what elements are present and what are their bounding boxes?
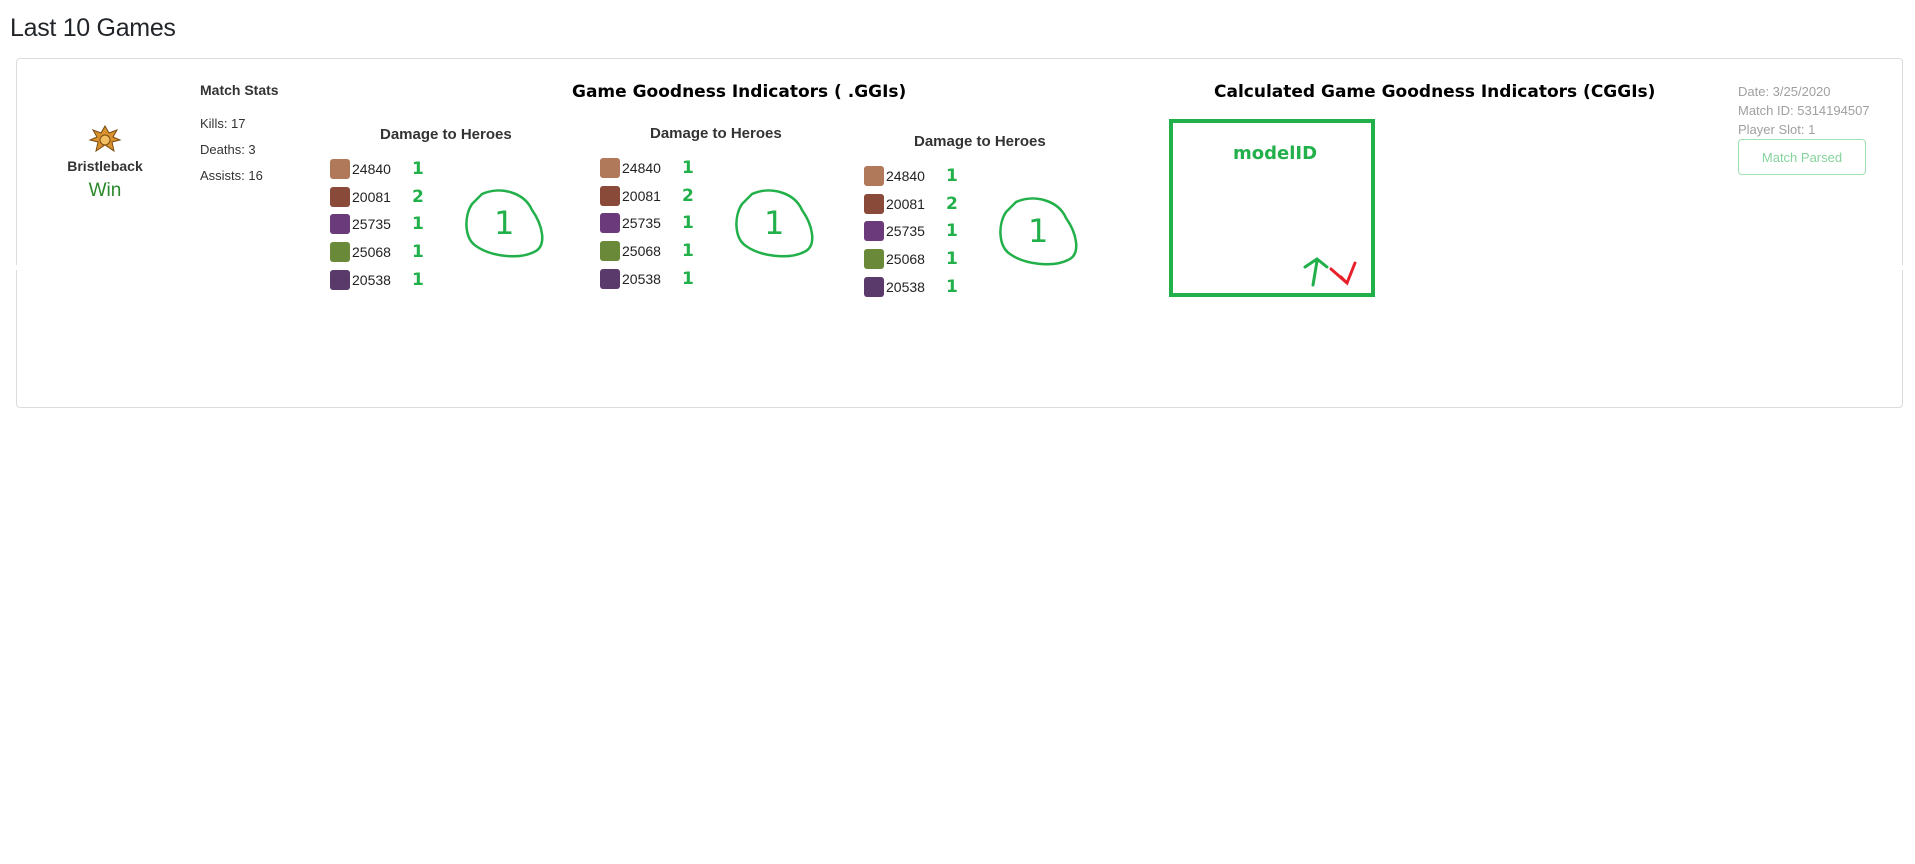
damage-row: 25068 1	[330, 241, 424, 263]
hero-name: Bristleback	[67, 158, 143, 174]
model-box: modelID	[1169, 119, 1375, 297]
damage-value: 25068	[352, 244, 391, 260]
damage-value: 24840	[622, 160, 661, 176]
damage-row: 20538 1	[864, 276, 958, 298]
hero-portrait-icon	[600, 158, 620, 178]
page-title: Last 10 Games	[10, 14, 176, 42]
damage-value: 20081	[886, 196, 925, 212]
damage-mark: 1	[682, 269, 694, 289]
damage-mark: 1	[412, 270, 424, 290]
damage-value: 25735	[886, 223, 925, 239]
damage-row: 20538 1	[330, 269, 424, 291]
damage-row: 25735 1	[330, 213, 424, 235]
ggi-title: Game Goodness Indicators ( .GGIs)	[572, 82, 907, 102]
thumbs-down-icon[interactable]	[1329, 261, 1357, 286]
damage-mark: 1	[682, 158, 694, 178]
damage-mark: 1	[412, 214, 424, 234]
hero-portrait-icon	[600, 241, 620, 261]
match-result: Win	[88, 180, 122, 201]
damage-row: 25735 1	[864, 220, 958, 242]
damage-row: 20081 2	[600, 185, 694, 207]
assists-stat: Assists: 16	[200, 168, 263, 183]
model-id-label: modelID	[1233, 143, 1318, 164]
hero-portrait-icon	[864, 249, 884, 269]
match-date: Date: 3/25/2020	[1738, 84, 1831, 99]
hero-portrait-icon	[330, 187, 350, 207]
bristleback-hero-icon	[88, 124, 122, 153]
circled-mark-icon: 1	[999, 197, 1078, 266]
damage-mark: 1	[946, 249, 958, 269]
hero-portrait-icon	[330, 159, 350, 179]
damage-row: 20081 2	[330, 186, 424, 208]
damage-mark: 2	[412, 187, 424, 207]
hero-portrait-icon	[864, 194, 884, 214]
player-slot: Player Slot: 1	[1738, 122, 1816, 137]
damage-title: Damage to Heroes	[650, 125, 782, 142]
match-parsed-button[interactable]: Match Parsed	[1738, 139, 1866, 175]
damage-row: 24840 1	[600, 157, 694, 179]
damage-value: 20081	[352, 189, 391, 205]
feedback-icons	[1303, 257, 1357, 287]
damage-mark: 1	[682, 213, 694, 233]
damage-mark: 1	[946, 277, 958, 297]
damage-mark: 1	[412, 159, 424, 179]
damage-value: 25735	[352, 216, 391, 232]
damage-value: 25068	[886, 251, 925, 267]
hero-column: Bristleback Win	[60, 124, 150, 202]
hero-portrait-icon	[600, 186, 620, 206]
circled-mark-icon: 1	[735, 189, 814, 258]
damage-row: 24840 1	[864, 165, 958, 187]
damage-row: 25735 1	[600, 212, 694, 234]
damage-mark: 1	[946, 166, 958, 186]
match-stats: Match Stats Kills: 17 Deaths: 3 Assists:…	[200, 82, 279, 194]
thumbs-up-icon[interactable]	[1303, 257, 1329, 287]
circled-mark-icon: 1	[465, 189, 544, 258]
damage-mark: 1	[946, 221, 958, 241]
hero-portrait-icon	[330, 242, 350, 262]
damage-value: 25735	[622, 215, 661, 231]
damage-value: 24840	[352, 161, 391, 177]
hero-portrait-icon	[864, 277, 884, 297]
damage-row: 25068 1	[600, 240, 694, 262]
damage-mark: 1	[412, 242, 424, 262]
damage-title: Damage to Heroes	[914, 133, 1046, 150]
damage-row: 25068 1	[864, 248, 958, 270]
hero-portrait-icon	[330, 214, 350, 234]
damage-value: 20538	[352, 272, 391, 288]
kills-stat: Kills: 17	[200, 116, 246, 131]
deaths-stat: Deaths: 3	[200, 142, 256, 157]
match-meta: Date: 3/25/2020 Match ID: 5314194507 Pla…	[1738, 82, 1870, 139]
damage-row: 24840 1	[330, 158, 424, 180]
damage-value: 20081	[622, 188, 661, 204]
match-id: Match ID: 5314194507	[1738, 103, 1870, 118]
damage-value: 20538	[886, 279, 925, 295]
circled-mark-label: 1	[494, 204, 514, 242]
damage-row: 20081 2	[864, 193, 958, 215]
damage-value: 25068	[622, 243, 661, 259]
hero-portrait-icon	[600, 213, 620, 233]
circled-mark-label: 1	[764, 204, 784, 242]
match-stats-title: Match Stats	[200, 82, 279, 98]
damage-mark: 1	[682, 241, 694, 261]
hero-portrait-icon	[330, 270, 350, 290]
damage-title: Damage to Heroes	[380, 126, 512, 143]
circled-mark-label: 1	[1028, 212, 1048, 250]
damage-mark: 2	[946, 194, 958, 214]
damage-mark: 2	[682, 186, 694, 206]
damage-value: 20538	[622, 271, 661, 287]
hero-portrait-icon	[864, 166, 884, 186]
hero-portrait-icon	[864, 221, 884, 241]
damage-row: 20538 1	[600, 268, 694, 290]
damage-value: 24840	[886, 168, 925, 184]
hero-portrait-icon	[600, 269, 620, 289]
cggi-title: Calculated Game Goodness Indicators (CGG…	[1214, 82, 1656, 102]
